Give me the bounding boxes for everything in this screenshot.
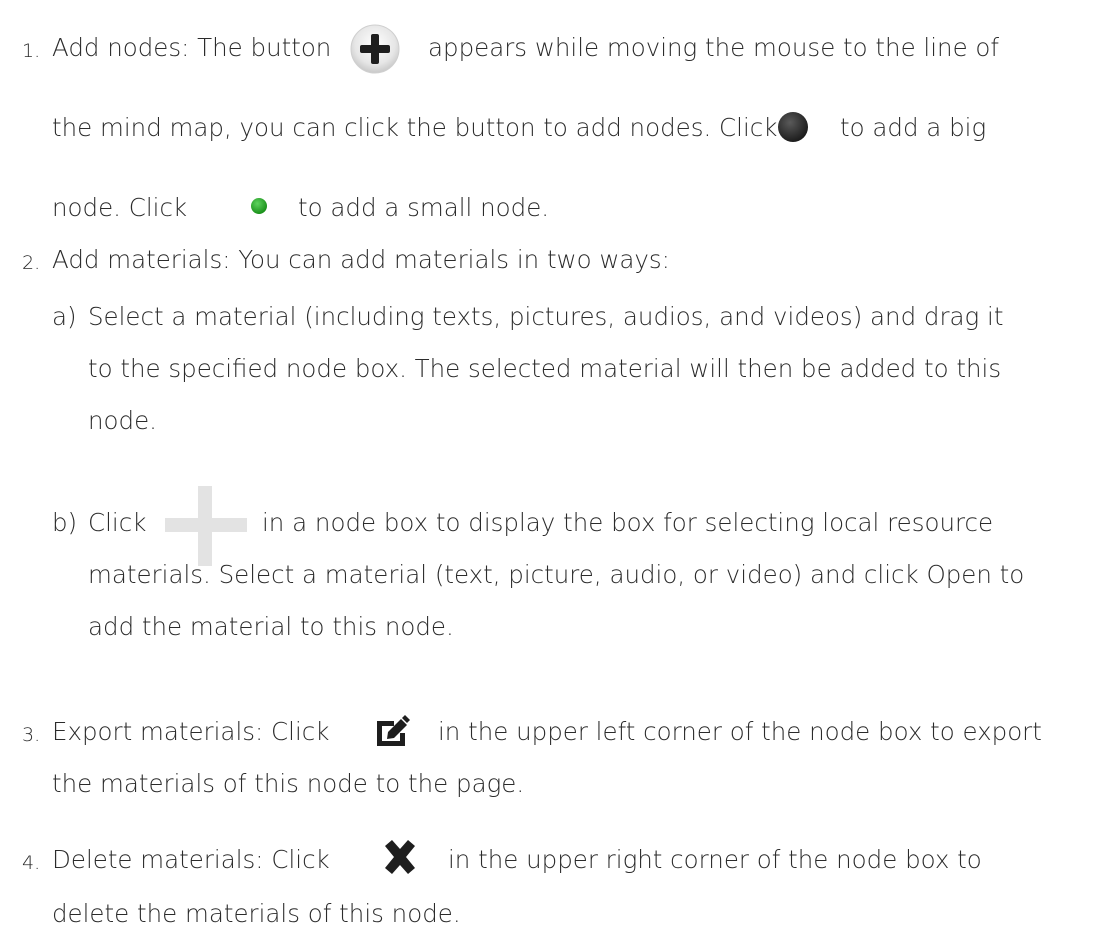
item-text: in a node box to display the box for sel…: [262, 508, 994, 537]
export-icon: [377, 715, 410, 746]
item-text: delete the materials of this node.: [52, 899, 461, 928]
item-number: 1.: [22, 40, 41, 62]
item-text: to the specified node box. The selected …: [88, 354, 1002, 383]
item-text: Delete materials: Click: [52, 845, 330, 874]
item-text: the materials of this node to the page.: [52, 769, 525, 798]
dark-dot-icon: [778, 112, 808, 142]
green-dot-icon: [251, 198, 267, 214]
sub-item-marker: b): [52, 508, 78, 537]
item-text: in the upper right corner of the node bo…: [448, 845, 982, 874]
item-text: Add materials: You can add materials in …: [52, 245, 670, 274]
item-text: in the upper left corner of the node box…: [438, 717, 1042, 746]
item-text: Export materials: Click: [52, 717, 330, 746]
item-text: add the material to this node.: [88, 612, 454, 641]
item-text: node.: [88, 406, 157, 435]
item-text: node. Click: [52, 193, 188, 222]
item-text: Click: [88, 508, 147, 537]
item-text: to add a big: [840, 113, 987, 142]
item-text: to add a small node.: [298, 193, 550, 222]
item-text: Select a material (including texts, pict…: [88, 302, 1004, 331]
sub-item-marker: a): [52, 302, 77, 331]
item-number: 4.: [22, 852, 41, 874]
plus-circle-icon: [350, 24, 400, 74]
item-text: Add nodes: The button: [52, 33, 332, 62]
item-text: the mind map, you can click the button t…: [52, 113, 778, 142]
close-icon: [385, 840, 415, 874]
item-number: 3.: [22, 724, 41, 746]
item-number: 2.: [22, 252, 41, 274]
light-plus-icon: [165, 486, 247, 566]
item-text: materials. Select a material (text, pict…: [88, 560, 1025, 589]
item-text: appears while moving the mouse to the li…: [428, 33, 1000, 62]
